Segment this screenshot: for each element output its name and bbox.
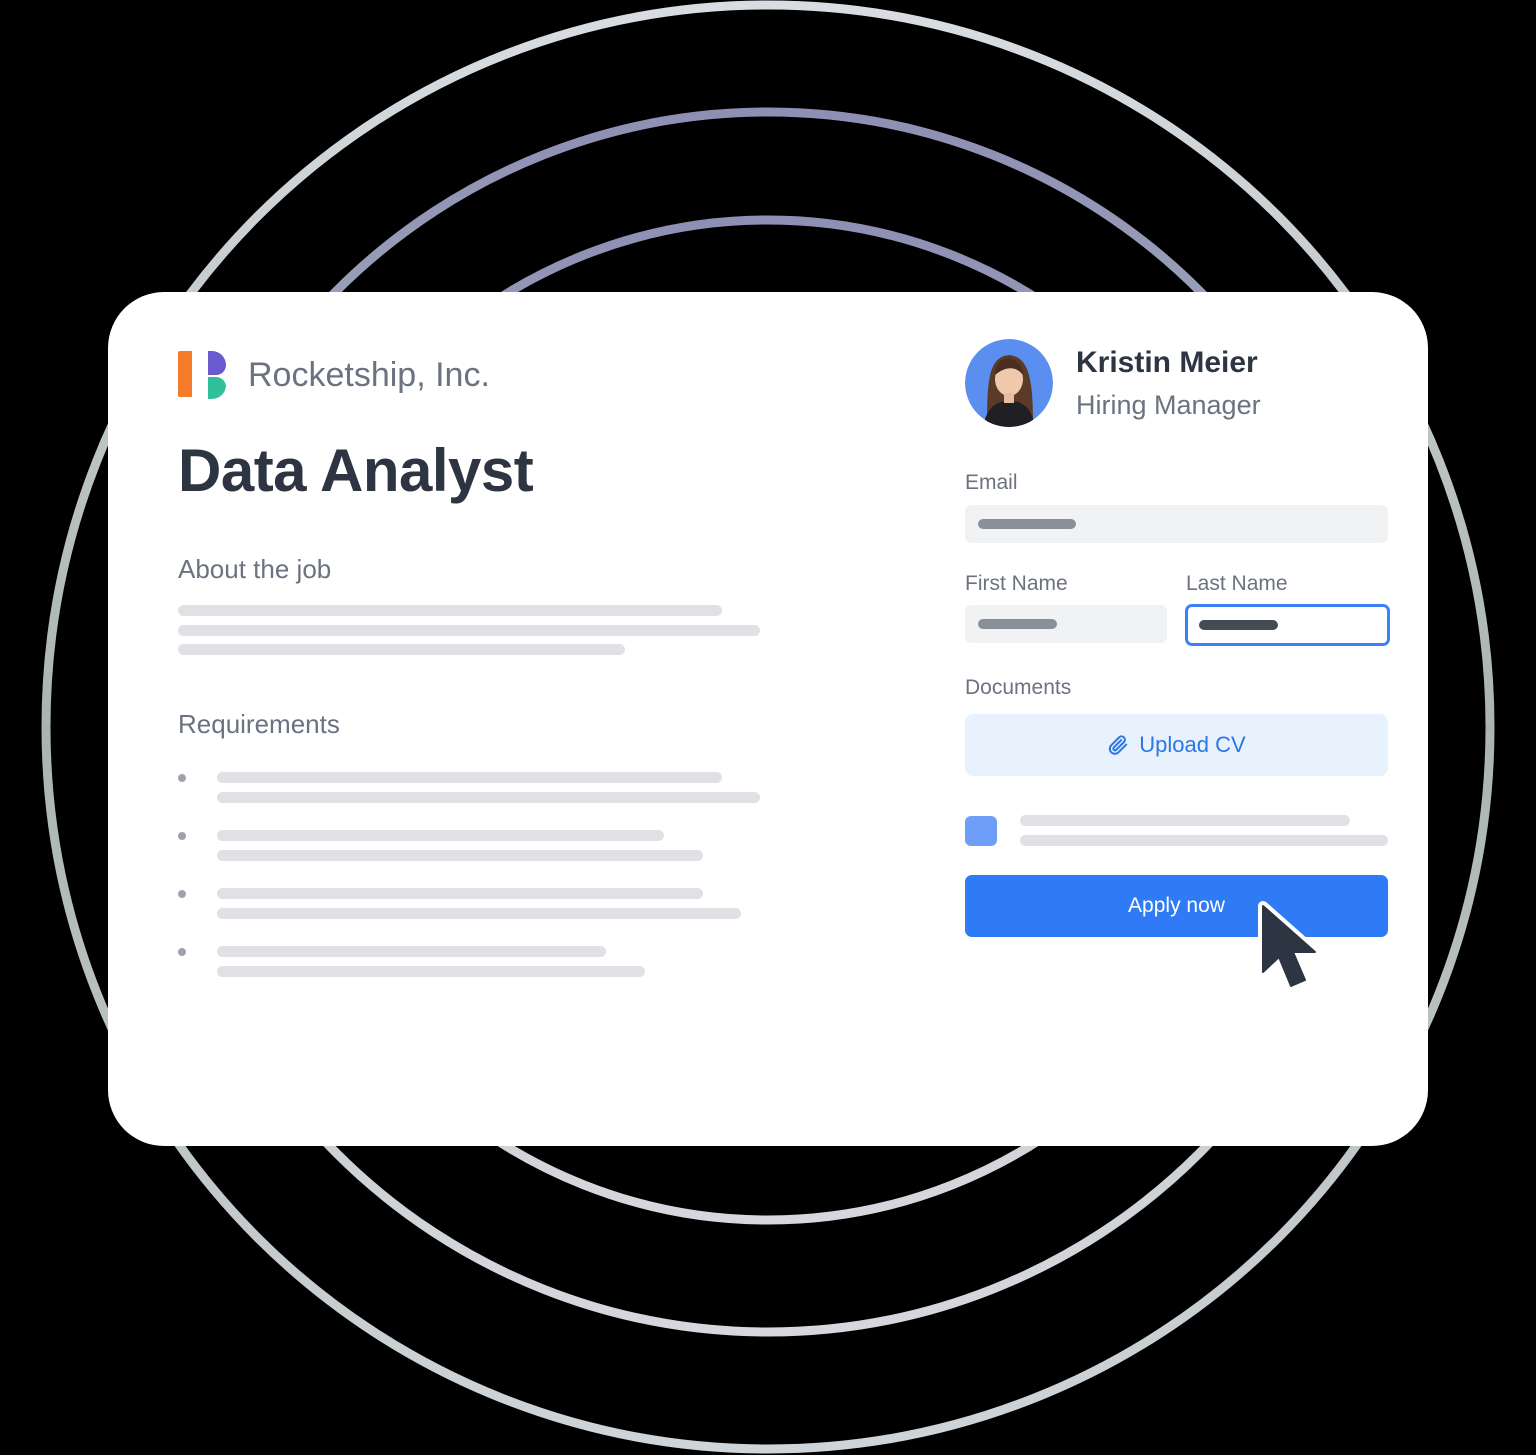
mouse-pointer-icon (1258, 901, 1320, 991)
last-name-label: Last Name (1186, 572, 1288, 595)
first-name-field[interactable] (965, 605, 1167, 643)
description-line (178, 625, 760, 636)
requirement-line (217, 888, 703, 899)
company-name: Rocketship, Inc. (248, 356, 490, 394)
apply-now-label: Apply now (1128, 894, 1225, 917)
consent-text-line (1020, 815, 1350, 826)
requirements-heading: Requirements (178, 709, 340, 739)
description-line (178, 644, 625, 655)
first-name-label: First Name (965, 572, 1068, 595)
requirement-line (217, 830, 664, 841)
requirement-line (217, 772, 722, 783)
last-name-field[interactable] (1185, 604, 1390, 646)
requirement-bullet (178, 774, 186, 782)
description-line (178, 605, 722, 616)
requirement-line (217, 850, 703, 861)
paperclip-icon (1109, 735, 1128, 755)
upload-cv-button[interactable]: Upload CV (965, 714, 1388, 776)
email-field[interactable] (965, 505, 1388, 543)
requirement-line (217, 946, 606, 957)
documents-label: Documents (965, 676, 1072, 699)
requirement-bullet (178, 948, 186, 956)
job-application-card: Rocketship, Inc. Data Analyst About the … (108, 292, 1428, 1146)
manager-role: Hiring Manager (1076, 390, 1261, 420)
about-job-heading: About the job (178, 554, 332, 584)
avatar-photo (965, 339, 1053, 427)
avatar (965, 339, 1053, 427)
job-title: Data Analyst (178, 437, 534, 504)
upload-cv-label: Upload CV (1139, 732, 1246, 757)
requirement-line (217, 966, 645, 977)
last-name-value-mask (1199, 620, 1278, 630)
manager-name: Kristin Meier (1076, 346, 1258, 379)
requirement-bullet (178, 890, 186, 898)
requirement-line (217, 792, 760, 803)
consent-checkbox[interactable] (965, 816, 997, 846)
rocketship-logo-icon (178, 351, 226, 399)
first-name-value-mask (978, 619, 1057, 629)
requirement-bullet (178, 832, 186, 840)
email-label: Email (965, 471, 1018, 494)
email-value-mask (978, 519, 1076, 529)
requirement-line (217, 908, 741, 919)
consent-text-line (1020, 835, 1388, 846)
